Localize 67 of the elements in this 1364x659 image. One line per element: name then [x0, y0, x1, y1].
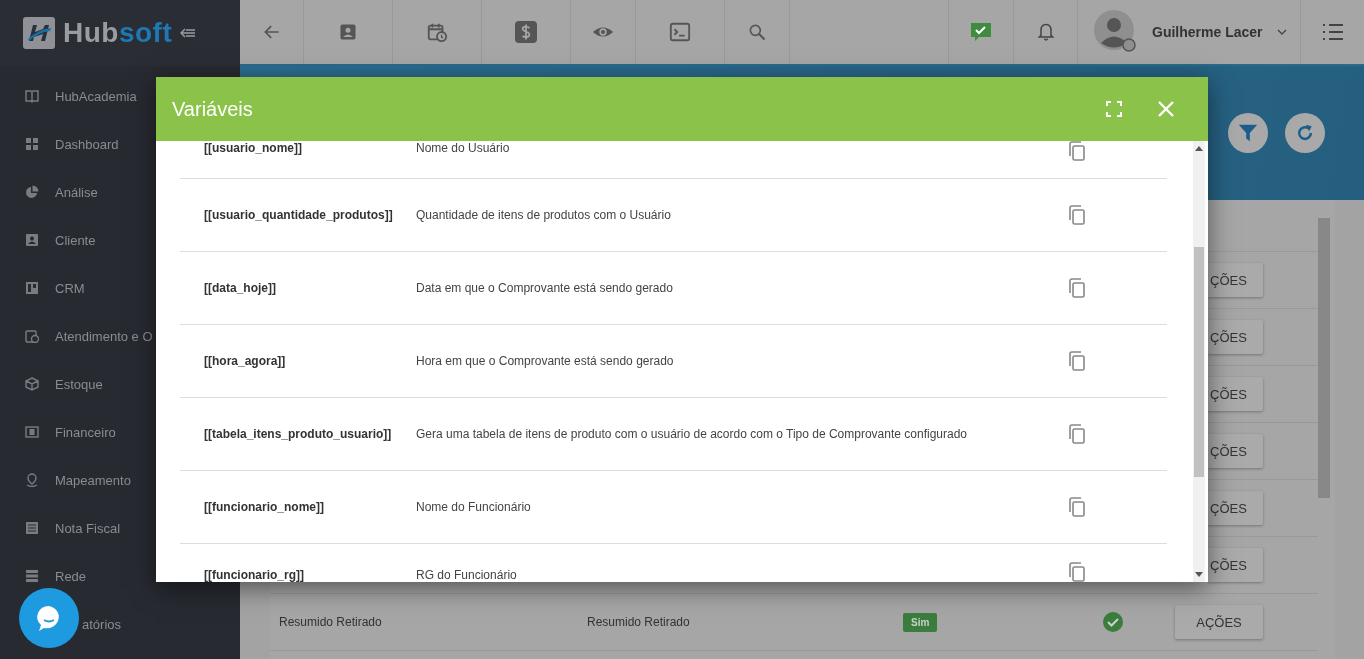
dollar-icon	[514, 20, 538, 44]
table-cell-text: Resumido Retirado	[587, 615, 691, 629]
contact-icon	[25, 233, 39, 247]
copy-icon[interactable]	[1067, 562, 1085, 582]
copy-icon[interactable]	[1067, 424, 1085, 444]
refresh-button[interactable]	[1285, 113, 1325, 153]
variable-name: [[funcionario_rg]]	[203, 568, 305, 582]
list-icon	[1321, 23, 1344, 41]
logo-icon	[23, 17, 55, 49]
pin-icon	[25, 473, 39, 487]
close-icon[interactable]	[1158, 101, 1174, 117]
scrollbar[interactable]	[1193, 141, 1205, 582]
variable-description: Nome do Usuário	[416, 141, 511, 155]
avatar-icon	[1094, 10, 1138, 54]
chat-check-icon	[969, 20, 993, 44]
status-badge: Sim	[903, 612, 938, 632]
sidebar-item[interactable]: atórios	[0, 600, 240, 648]
variable-description: Nome do Funcionário	[416, 500, 532, 514]
search-icon	[747, 22, 767, 42]
server-icon	[25, 569, 39, 583]
calendar-clock-icon	[426, 21, 448, 43]
filter-icon	[1237, 122, 1259, 144]
user-menu[interactable]: Guilherme Lacer	[1078, 0, 1301, 64]
book-icon	[25, 89, 39, 103]
variable-description: RG do Funcionário	[416, 568, 518, 582]
fullscreen-icon[interactable]	[1106, 101, 1122, 117]
variable-description: Gera uma tabela de itens de produto com o usuário de acordo com o Tipo de Comprovante configurado	[416, 427, 968, 441]
copy-icon[interactable]	[1067, 141, 1085, 161]
cube-icon	[25, 377, 39, 391]
chevron-down-icon	[1276, 29, 1287, 35]
table-cell-text: Resumido Retirado	[279, 615, 383, 629]
contact-card-icon	[338, 22, 358, 42]
board-icon	[25, 281, 39, 295]
actions-button[interactable]: ÇÕES	[1208, 377, 1263, 411]
scroll-down-icon[interactable]	[1195, 572, 1203, 577]
copy-icon[interactable]	[1067, 497, 1085, 517]
doc-icon	[25, 521, 39, 535]
actions-button[interactable]: ÇÕES	[1208, 320, 1263, 354]
refresh-icon	[1295, 123, 1315, 143]
cal-icon	[25, 329, 39, 343]
variable-description: Data em que o Comprovante está sendo gerado	[416, 281, 674, 295]
pie-icon	[25, 185, 39, 199]
terminal-icon	[669, 21, 691, 43]
variable-name: [[usuario_quantidade_produtos]]	[203, 208, 394, 222]
copy-icon[interactable]	[1067, 278, 1085, 298]
collapse-menu-icon[interactable]	[180, 27, 197, 39]
dialog-title: Variáveis	[172, 97, 254, 121]
copy-icon[interactable]	[1067, 205, 1085, 225]
variable-description: Quantidade de itens de produtos com o Usuário	[416, 208, 672, 222]
actions-button[interactable]: ÇÕES	[1208, 434, 1263, 468]
filter-button[interactable]	[1228, 113, 1268, 153]
variable-name: [[hora_agora]]	[203, 354, 287, 368]
actions-button[interactable]: ÇÕES	[1208, 263, 1263, 297]
actions-button[interactable]: ÇÕES	[1208, 491, 1263, 525]
actions-button[interactable]: ÇÕES	[1208, 548, 1263, 582]
variable-description: Hora em que o Comprovante está sendo gerado	[416, 354, 675, 368]
logo-text: Hubsoft	[63, 17, 173, 49]
variable-name: [[tabela_itens_produto_usuario]]	[203, 427, 393, 441]
variable-name: [[usuario_nome]]	[203, 141, 303, 155]
variable-name: [[data_hoje]]	[203, 281, 277, 295]
grid-icon	[25, 137, 39, 151]
actions-button[interactable]: AÇÕES	[1175, 605, 1263, 639]
variable-name: [[funcionario_nome]]	[203, 500, 325, 514]
money-icon	[25, 425, 39, 439]
copy-icon[interactable]	[1067, 351, 1085, 371]
bell-icon	[1035, 21, 1056, 43]
scroll-up-icon[interactable]	[1195, 146, 1203, 151]
